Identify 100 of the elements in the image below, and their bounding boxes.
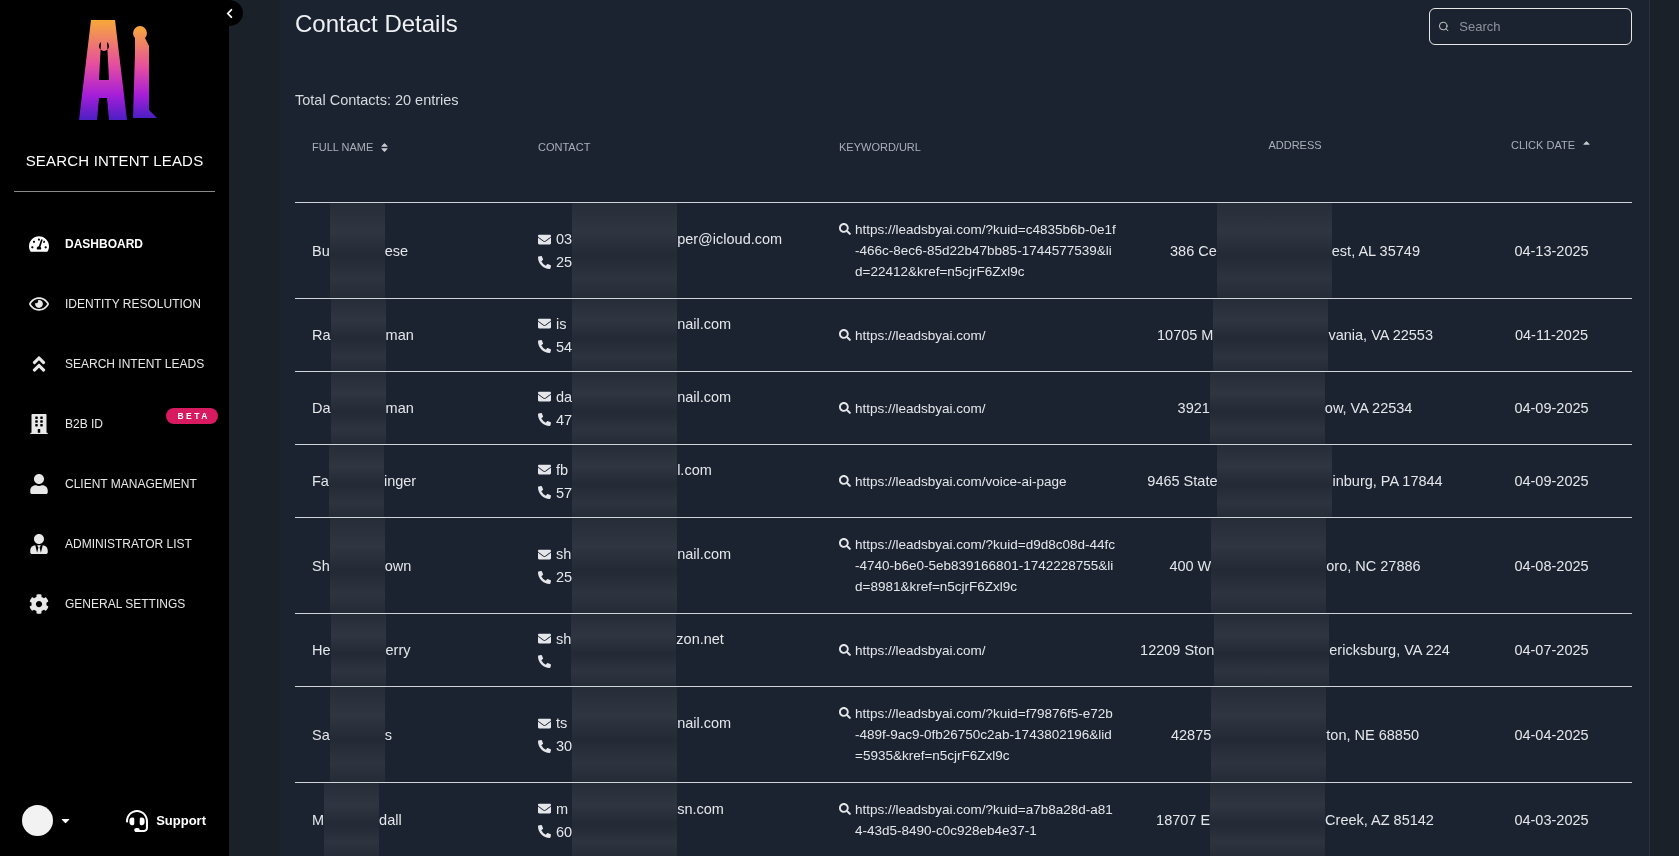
address-text: est, AL 35749 <box>1331 242 1420 259</box>
nav-item[interactable]: GENERAL SETTINGS <box>0 574 229 634</box>
redaction-block <box>330 614 386 686</box>
nav-item[interactable]: CLIENT MANAGEMENT <box>0 454 229 514</box>
url-link[interactable]: https://leadsbyai.com/?kuid=c4835b6b-0e1f-466c-8ec6-85d22b47bb85-1744577539&lid=22412&kref=n5cjrF6Zxl9c <box>855 219 1117 282</box>
phone-icon <box>538 255 551 269</box>
phone-text: 25 <box>556 254 573 270</box>
phone-icon <box>538 340 551 353</box>
address-text: 3921 <box>1177 400 1210 416</box>
name-text: Ra <box>312 327 331 343</box>
address-text: ericksburg, VA 224 <box>1329 642 1450 658</box>
email-text: zon.net <box>676 630 724 647</box>
search-icon <box>839 538 851 550</box>
email-text: sh <box>556 630 572 647</box>
name-text: man <box>385 400 414 416</box>
brand-name: SEARCH INTENT LEADS <box>24 152 205 169</box>
column-header: ADDRESS <box>1267 139 1323 151</box>
mail-icon <box>538 547 551 561</box>
nav-item[interactable]: DASHBOARD <box>0 214 229 274</box>
address-text: Creek, AZ 85142 <box>1325 812 1434 828</box>
user-icon <box>27 474 51 494</box>
sort-icon[interactable] <box>379 141 391 153</box>
headset-icon <box>126 809 149 832</box>
support-link[interactable]: Support <box>126 809 206 832</box>
search-icon <box>839 223 851 235</box>
address-text: ow, VA 22534 <box>1324 400 1413 416</box>
redaction-block <box>330 372 386 444</box>
address-text: 9465 State <box>1147 473 1218 489</box>
column-header: CONTACT <box>537 140 592 153</box>
email-text: is <box>556 315 567 332</box>
date-text: 04-07-2025 <box>1514 642 1589 658</box>
url-link[interactable]: https://leadsbyai.com/?kuid=a7b8a28d-a814-43d5-8490-c0c928eb4e37-1 <box>855 799 1117 841</box>
name-text: erry <box>385 642 411 658</box>
url-link[interactable]: https://leadsbyai.com/ <box>855 639 1117 661</box>
date-text: 04-03-2025 <box>1514 812 1589 828</box>
email-text: nail.com <box>677 315 732 332</box>
column-header[interactable]: CLICK DATE <box>1470 139 1633 151</box>
url-link[interactable]: https://leadsbyai.com/ <box>855 324 1117 346</box>
settings-icon <box>27 594 51 614</box>
mail-icon <box>538 463 551 476</box>
column-header[interactable]: FULL NAME <box>295 139 520 153</box>
mail-icon <box>538 802 551 815</box>
address-text: 400 W <box>1169 557 1212 574</box>
email-text: 03 <box>556 231 573 247</box>
name-text: dall <box>379 812 402 828</box>
mail-icon <box>538 716 551 730</box>
url-link[interactable]: https://leadsbyai.com/?kuid=f79876f5-e72b-489f-9ac9-0fb26750c2ab-1743802196&lid=5935&kref=n5cjrF6Zxl9c <box>855 703 1117 766</box>
email-text: ts <box>556 715 568 731</box>
mail-icon <box>538 317 551 330</box>
name-text: Da <box>312 400 331 416</box>
user-menu[interactable] <box>22 805 72 836</box>
mail-icon <box>538 632 551 645</box>
search-icon <box>839 328 851 341</box>
mail-icon <box>538 390 551 403</box>
redaction-block <box>328 445 384 517</box>
date-text: 04-09-2025 <box>1514 473 1589 489</box>
email-text: per@icloud.com <box>677 231 783 247</box>
nav-item[interactable]: SEARCH INTENT LEADS <box>0 334 229 394</box>
email-text: nail.com <box>677 388 732 405</box>
email-text: da <box>556 388 573 405</box>
total-contacts: Total Contacts: 20 entries <box>295 92 460 108</box>
mail-icon <box>538 232 551 246</box>
phone-text: 54 <box>556 338 573 355</box>
phone-text: 57 <box>556 484 573 501</box>
name-text: Sa <box>312 726 330 743</box>
name-text: M <box>312 812 325 828</box>
name-text: s <box>384 726 392 743</box>
name-text: He <box>312 642 331 658</box>
email-text: sn.com <box>677 800 724 817</box>
email-text: m <box>556 800 569 817</box>
user-tie-icon <box>27 534 51 554</box>
email-text: l.com <box>677 461 712 478</box>
phone-text: 47 <box>556 411 573 428</box>
address-text: 10705 M <box>1157 327 1214 343</box>
phone-icon <box>538 825 551 838</box>
search-icon <box>839 643 851 656</box>
nav-item[interactable]: IDENTITY RESOLUTION <box>0 274 229 334</box>
page-title: Contact Details <box>295 10 458 38</box>
search-icon <box>1438 20 1450 33</box>
search-input[interactable]: Search <box>1457 18 1623 35</box>
url-link[interactable]: https://leadsbyai.com/voice-ai-page <box>855 470 1117 492</box>
search-icon <box>839 401 851 414</box>
avatar <box>22 805 53 836</box>
search-field[interactable]: Search <box>1429 8 1632 45</box>
column-header: KEYWORD/URL <box>838 140 922 153</box>
url-link[interactable]: https://leadsbyai.com/ <box>855 397 1117 419</box>
url-link[interactable]: https://leadsbyai.com/?kuid=d9d8c08d-44fc-4740-b6e0-5eb839166801-1742228755&lid=8981&kref=n5cjrF6Zxl9c <box>855 534 1117 597</box>
date-text: 04-13-2025 <box>1514 242 1589 259</box>
phone-text: 25 <box>556 569 573 585</box>
name-text: Fa <box>312 473 329 489</box>
phone-icon <box>538 655 551 668</box>
email-text: sh <box>556 546 572 562</box>
email-text: nail.com <box>677 546 732 562</box>
beta-badge: BETA <box>166 408 218 424</box>
gauge-icon <box>27 234 51 254</box>
search-icon <box>839 803 851 815</box>
nav-item[interactable]: B2B ID BETA <box>0 394 229 454</box>
address-text: inburg, PA 17844 <box>1332 473 1443 489</box>
nav-item[interactable]: ADMINISTRATOR LIST <box>0 514 229 574</box>
phone-icon <box>538 486 551 499</box>
